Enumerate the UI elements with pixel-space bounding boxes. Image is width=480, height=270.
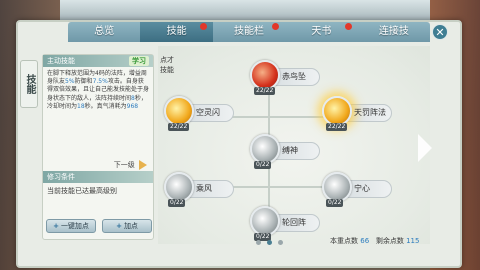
tab-bar: 总览 技能 技能栏 天书 连接技 xyxy=(68,22,430,42)
tab-combo-skill-label: 连接技 xyxy=(378,26,409,37)
skill-level: 22/22 xyxy=(254,87,276,95)
page-dot-active[interactable] xyxy=(267,240,272,245)
tab-overview[interactable]: 总览 xyxy=(68,22,140,42)
background-sky xyxy=(60,0,430,20)
side-tab-skills[interactable]: 技能 xyxy=(20,60,38,108)
reincarnation-icon xyxy=(250,206,280,236)
add-point-button[interactable]: + 加点 xyxy=(102,219,152,233)
skill-points-summary: 本重点数 66 剩余点数 115 xyxy=(330,236,419,246)
next-level-label: 下一级 xyxy=(113,161,135,169)
notification-badge xyxy=(344,23,352,30)
remaining-points-label: 剩余点数 xyxy=(375,237,404,245)
skill-node-tianfazhenfa[interactable]: 天罚阵法 22/22 xyxy=(322,96,398,132)
skill-type-header: 主动技能 学习 xyxy=(43,55,153,67)
skill-info-card: 主动技能 学习 在脚下释放范围为4码的法阵，增益周身队友5%防御和7.5%攻击。… xyxy=(42,54,154,240)
skill-name: 天罚阵法 xyxy=(354,108,386,117)
skill-state-badge: 学习 xyxy=(129,56,149,66)
page-dot[interactable] xyxy=(256,240,261,245)
wind-icon xyxy=(164,172,194,202)
skill-name: 缚神 xyxy=(282,146,298,155)
desc-value: 968 xyxy=(126,102,139,110)
skill-level: 0/22 xyxy=(254,161,272,169)
notification-badge xyxy=(199,23,207,30)
skill-node-chengfeng[interactable]: 乘风 0/22 xyxy=(164,172,240,208)
desc-text: 秒。真气消耗为 xyxy=(84,102,127,110)
skill-level: 0/22 xyxy=(326,199,344,207)
desc-value: 18 xyxy=(77,102,85,110)
arrow-right-icon xyxy=(139,160,147,170)
skill-description: 在脚下释放范围为4码的法阵，增益周身队友5%防御和7.5%攻击。自身获得双倍效果… xyxy=(43,67,153,159)
tab-skill-bar[interactable]: 技能栏 xyxy=(213,22,285,42)
skill-node-chiniaozhui[interactable]: 赤鸟坠 22/22 xyxy=(250,60,326,96)
add-all-points-label: 一键加点 xyxy=(60,222,89,230)
remaining-points-value: 115 xyxy=(406,237,420,245)
flame-array-icon xyxy=(322,96,352,126)
skill-level: 0/22 xyxy=(168,199,186,207)
tab-heavenly-book[interactable]: 天书 xyxy=(285,22,357,42)
plus-icon: + xyxy=(116,222,122,230)
add-point-label: 加点 xyxy=(123,222,138,230)
skill-name: 空灵闪 xyxy=(196,108,220,117)
tab-skill-bar-label: 技能栏 xyxy=(234,26,265,37)
skill-name: 轮回阵 xyxy=(282,218,306,227)
skill-node-ningxin[interactable]: 宁心 0/22 xyxy=(322,172,398,208)
plus-icon: + xyxy=(53,222,59,230)
current-points-value: 66 xyxy=(360,237,370,245)
skill-node-konglingshan[interactable]: 空灵闪 22/22 xyxy=(164,96,240,132)
skill-level: 22/22 xyxy=(168,123,190,131)
skill-label: 技能 xyxy=(160,66,174,74)
fire-bird-icon xyxy=(250,60,280,90)
skill-node-fushen[interactable]: 缚神 0/22 xyxy=(250,134,326,170)
tab-overview-label: 总览 xyxy=(94,26,115,37)
requirement-text: 当前技能已达最高级别 xyxy=(47,187,117,195)
tab-combo-skill[interactable]: 连接技 xyxy=(358,22,430,42)
add-all-points-button[interactable]: + 一键加点 xyxy=(46,219,96,233)
skill-name: 赤鸟坠 xyxy=(282,72,306,81)
page-indicator xyxy=(256,240,283,245)
close-icon: ✕ xyxy=(435,26,445,39)
tab-heavenly-book-label: 天书 xyxy=(311,26,332,37)
calm-mind-icon xyxy=(322,172,352,202)
skill-name: 宁心 xyxy=(354,184,370,193)
skill-type-title: 主动技能 xyxy=(47,57,75,65)
tab-skills-label: 技能 xyxy=(166,26,187,37)
notification-badge xyxy=(272,23,280,30)
skill-level: 22/22 xyxy=(326,123,348,131)
skill-node-lunhuizhen[interactable]: 轮回阵 0/22 xyxy=(250,206,326,242)
desc-value: 5% xyxy=(65,78,75,86)
tab-skills[interactable]: 技能 xyxy=(140,22,213,42)
binding-icon xyxy=(250,134,280,164)
next-level-button[interactable]: 下一级 xyxy=(43,159,153,171)
action-buttons: + 一键加点 + 加点 xyxy=(43,219,155,233)
requirement-title: 修习条件 xyxy=(47,173,75,181)
close-button[interactable]: ✕ xyxy=(432,24,448,40)
point-label: 点才 xyxy=(160,56,174,64)
skill-name: 乘风 xyxy=(196,184,212,193)
desc-text: 防御和 xyxy=(74,78,93,86)
requirement-header: 修习条件 xyxy=(43,171,153,183)
lightning-icon xyxy=(164,96,194,126)
current-points-label: 本重点数 xyxy=(330,237,358,245)
page-dot[interactable] xyxy=(278,240,283,245)
skill-tree-area: 点才 技能 赤鸟坠 22/22 空灵闪 22/22 天罚阵法 22/22 缚神 … xyxy=(158,46,430,244)
desc-value: 7.5% xyxy=(92,78,108,86)
